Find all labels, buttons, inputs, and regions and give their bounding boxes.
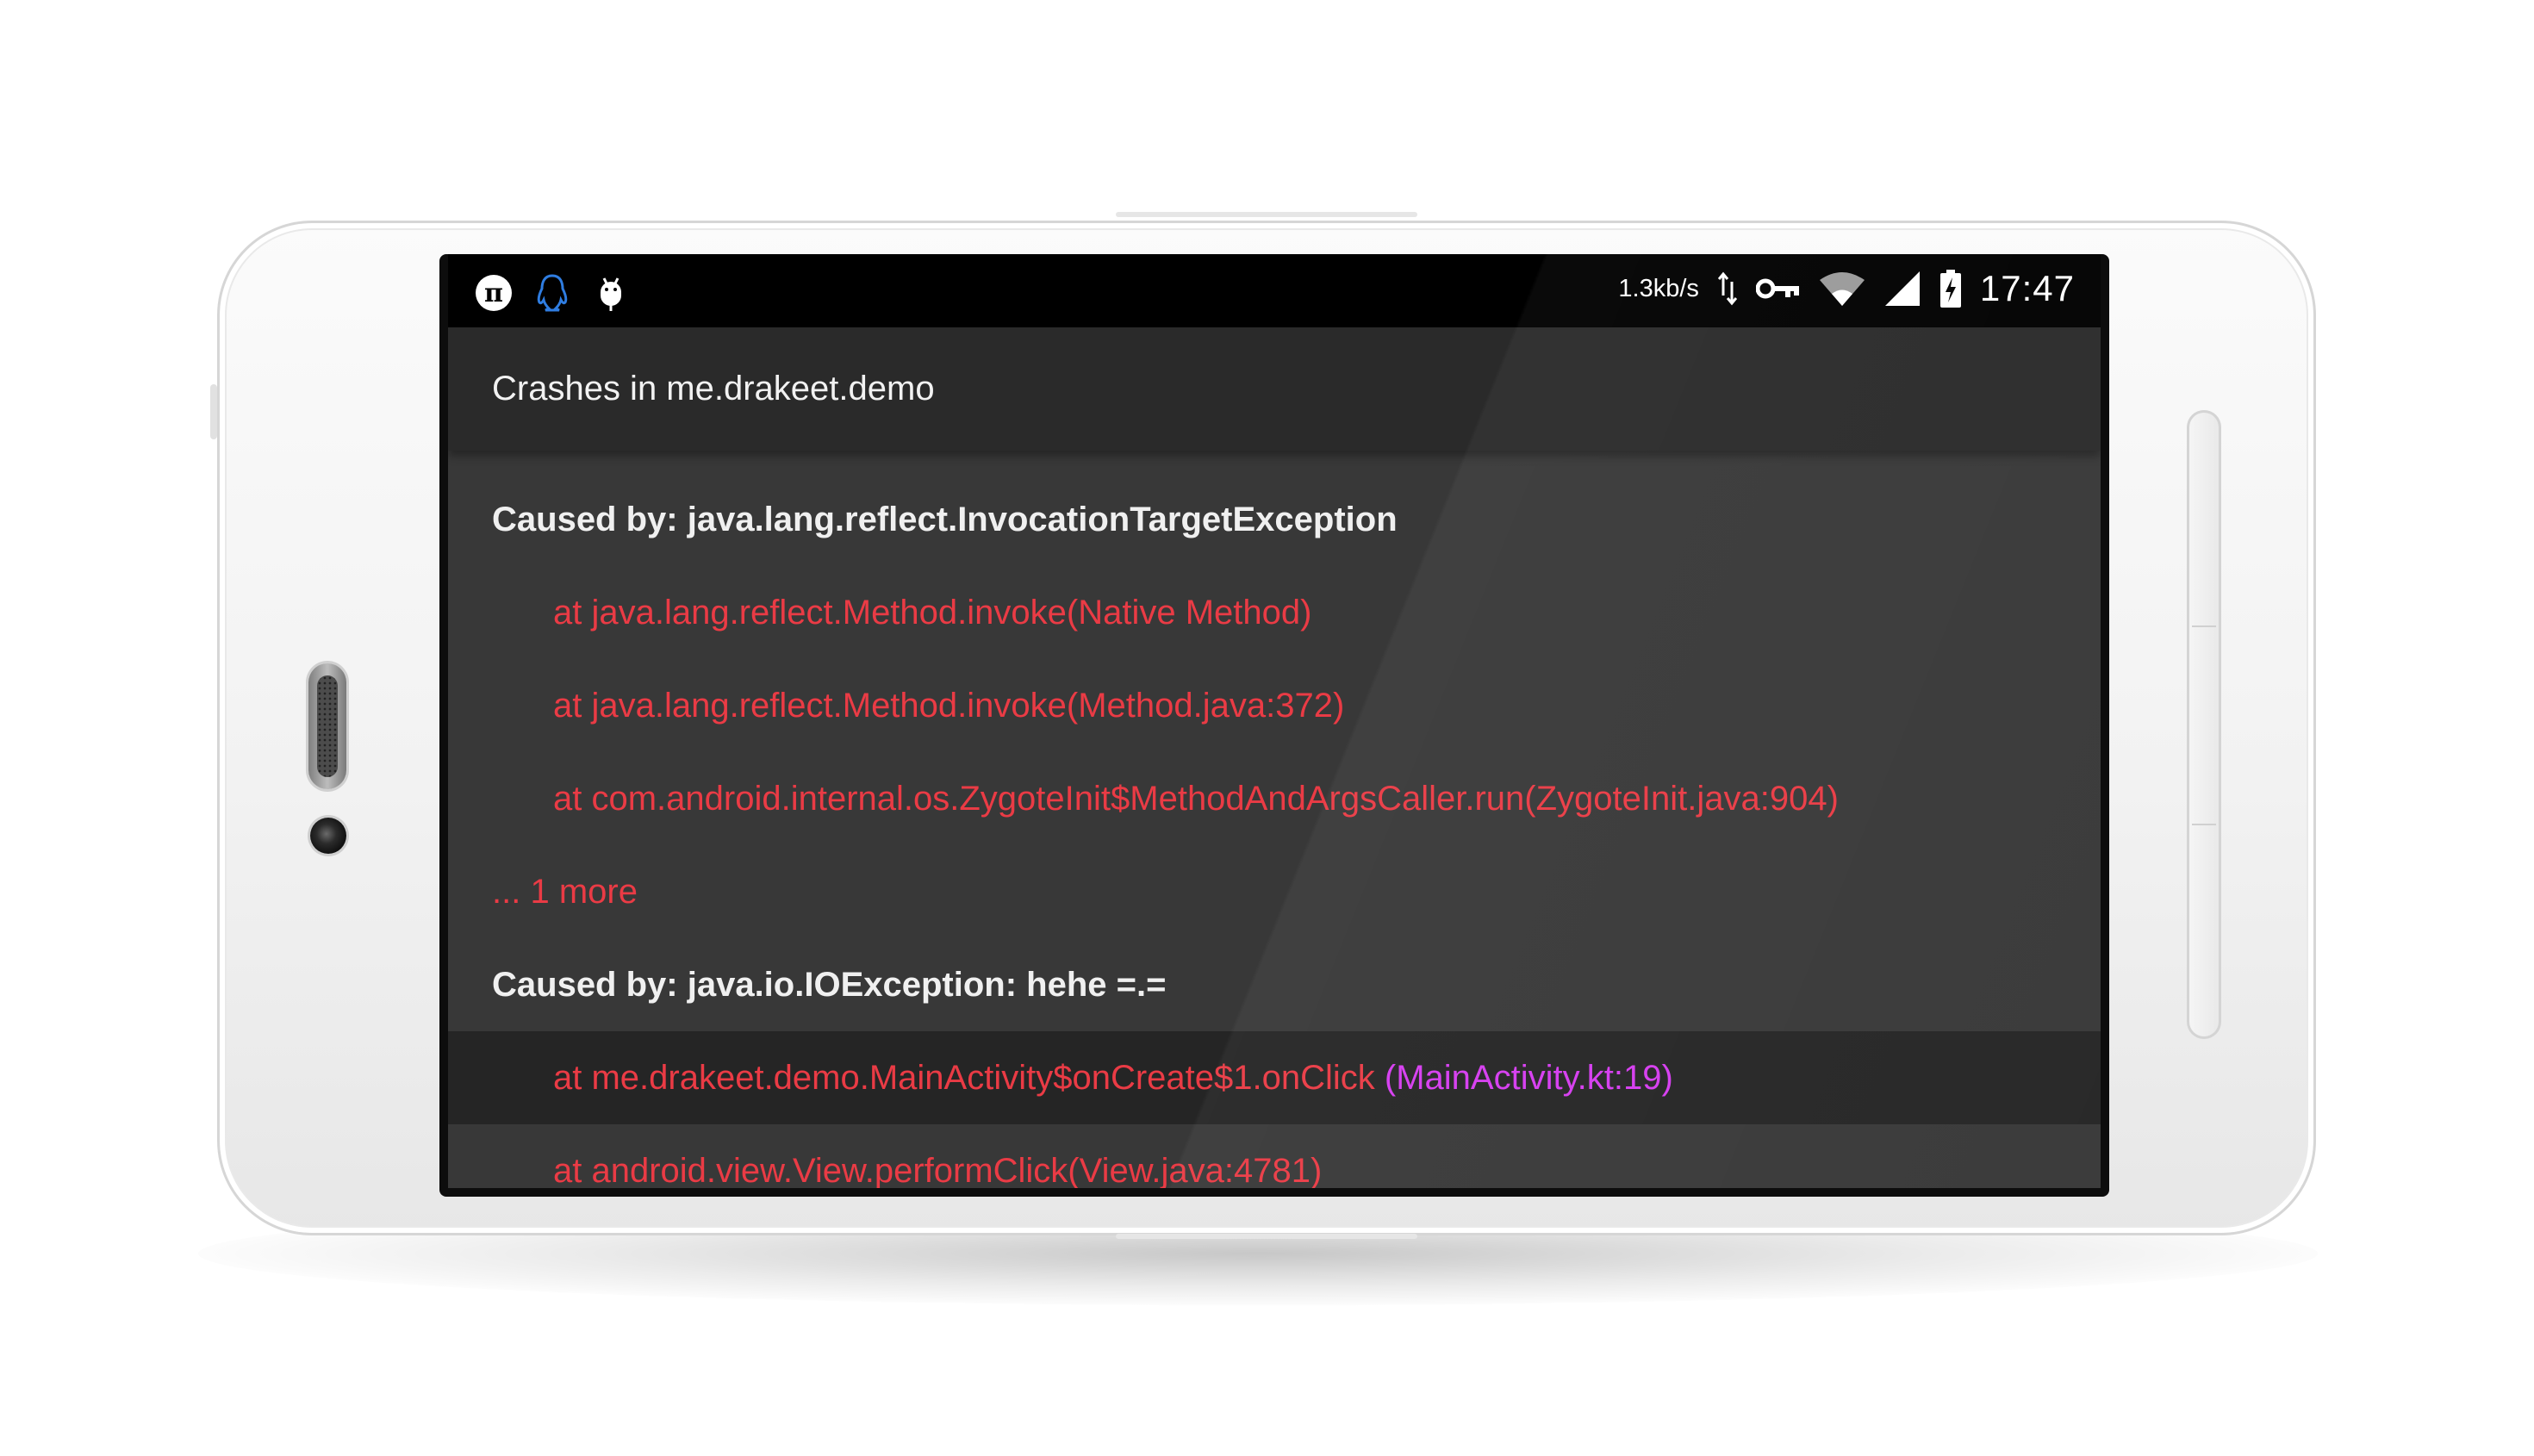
screen: π 1.3kb/s 17:47 Crashes in me.drakeet.de… <box>448 254 2101 1188</box>
pi-icon: π <box>474 273 514 313</box>
caused-by-row[interactable]: Caused by: java.io.IOException: hehe =.= <box>448 938 2101 1031</box>
stack-frame-row[interactable]: at java.lang.reflect.Method.invoke(Nativ… <box>448 566 2101 659</box>
page-title: Crashes in me.drakeet.demo <box>492 370 935 408</box>
qq-penguin-icon <box>532 273 572 313</box>
source-link[interactable]: (MainActivity.kt:19) <box>1385 1059 1673 1098</box>
stack-frame-row[interactable]: at com.android.internal.os.ZygoteInit$Me… <box>448 752 2101 845</box>
wifi-icon <box>1818 269 1866 308</box>
home-key-divider <box>2192 824 2216 825</box>
stack-frame-text: at me.drakeet.demo.MainActivity$onCreate… <box>553 1058 1385 1097</box>
data-transfer-icon <box>1716 269 1739 308</box>
stack-frame-row-selected[interactable]: at me.drakeet.demo.MainActivity$onCreate… <box>448 1031 2101 1124</box>
home-key[interactable] <box>2187 410 2221 1039</box>
cell-signal-icon <box>1883 269 1921 308</box>
earpiece-speaker <box>308 663 346 789</box>
front-camera <box>310 818 346 854</box>
android-debug-icon <box>591 273 631 313</box>
clock: 17:47 <box>1979 268 2075 308</box>
home-key-divider <box>2192 625 2216 627</box>
stack-frame-row[interactable]: at java.lang.reflect.Method.invoke(Metho… <box>448 659 2101 752</box>
system-icons: 1.3kb/s 17:47 <box>1618 268 2075 309</box>
stack-frame-row[interactable]: at android.view.View.performClick(View.j… <box>448 1124 2101 1189</box>
caused-by-row[interactable]: Caused by: java.lang.reflect.InvocationT… <box>448 473 2101 566</box>
app-bar: Crashes in me.drakeet.demo <box>448 327 2101 451</box>
device-mockup: π 1.3kb/s 17:47 Crashes in me.drakeet.de… <box>0 0 2534 1456</box>
bottom-rim <box>1116 1234 1417 1239</box>
notification-icons: π <box>474 273 631 313</box>
stack-trace-list[interactable]: Caused by: java.lang.reflect.InvocationT… <box>448 451 2101 1188</box>
more-frames-row[interactable]: ... 1 more <box>448 845 2101 938</box>
status-bar: π 1.3kb/s 17:47 <box>448 254 2101 327</box>
speaker-grille <box>317 675 338 777</box>
battery-charging-icon <box>1939 269 1963 308</box>
side-key <box>210 384 217 439</box>
top-rim <box>1116 212 1417 217</box>
net-speed: 1.3kb/s <box>1618 274 1699 302</box>
vpn-key-icon <box>1755 269 1801 308</box>
